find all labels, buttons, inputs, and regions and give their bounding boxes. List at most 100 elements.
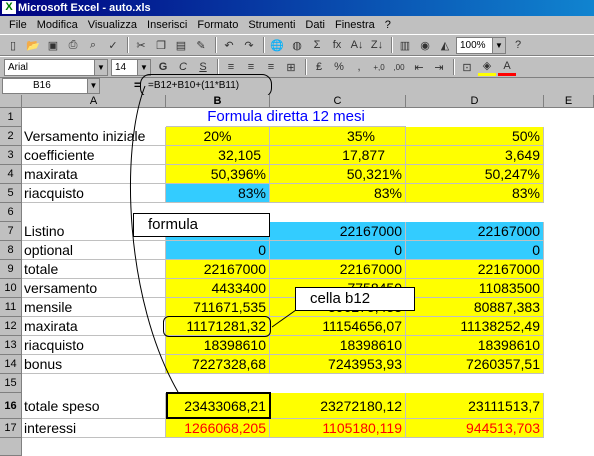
value-cell[interactable]: 0 [406, 241, 544, 260]
menu-inserisci[interactable]: Inserisci [142, 19, 192, 31]
sort-ascending-icon[interactable]: A↓ [348, 36, 366, 54]
copy-icon[interactable]: ❐ [152, 36, 170, 54]
value-cell[interactable]: 50,396% [166, 165, 270, 184]
font-color-icon[interactable]: A [498, 58, 516, 76]
label-cell[interactable]: Versamento iniziale [22, 127, 166, 146]
cut-icon[interactable]: ✂ [132, 36, 150, 54]
column-header-b[interactable]: B [166, 95, 270, 108]
value-cell[interactable]: 50,247% [406, 165, 544, 184]
drawing-icon[interactable]: ◭ [436, 36, 454, 54]
menu-visualizza[interactable]: Visualizza [83, 19, 142, 31]
row-header[interactable]: 8 [0, 241, 22, 260]
select-all-corner[interactable] [0, 95, 22, 108]
label-cell[interactable]: totale [22, 260, 166, 279]
label-cell[interactable]: riacquisto [22, 336, 166, 355]
label-cell[interactable]: optional [22, 241, 166, 260]
value-cell[interactable]: 711671,535 [166, 298, 270, 317]
row-header[interactable]: 15 [0, 374, 22, 393]
column-header-e[interactable]: E [544, 95, 594, 108]
print-preview-icon[interactable]: ⌕ [84, 36, 102, 54]
row-header[interactable]: 17 [0, 419, 22, 438]
web-toolbar-icon[interactable]: ◍ [288, 36, 306, 54]
sort-descending-icon[interactable]: Z↓ [368, 36, 386, 54]
paste-icon[interactable]: ▤ [172, 36, 190, 54]
column-header-d[interactable]: D [406, 95, 544, 108]
row-header[interactable]: 13 [0, 336, 22, 355]
decrease-indent-icon[interactable]: ⇤ [410, 58, 428, 76]
map-icon[interactable]: ◉ [416, 36, 434, 54]
value-cell[interactable]: 20% [166, 127, 270, 146]
value-cell[interactable]: 4433400 [166, 279, 270, 298]
label-cell[interactable]: coefficiente [22, 146, 166, 165]
row-header[interactable]: 4 [0, 165, 22, 184]
row-header[interactable]: 1 [0, 108, 22, 127]
row-header[interactable]: 10 [0, 279, 22, 298]
value-cell[interactable]: 18398610 [406, 336, 544, 355]
value-cell[interactable]: 11083500 [406, 279, 544, 298]
value-cell[interactable]: 22167000 [270, 222, 406, 241]
align-right-icon[interactable]: ≡ [262, 58, 280, 76]
row-header[interactable]: 16 [0, 393, 22, 419]
menu-strumenti[interactable]: Strumenti [243, 19, 300, 31]
value-cell[interactable]: 18398610 [166, 336, 270, 355]
chevron-down-icon[interactable]: ▼ [492, 37, 505, 53]
menu-dati[interactable]: Dati [300, 19, 330, 31]
undo-icon[interactable]: ↶ [220, 36, 238, 54]
value-cell[interactable]: 3,649 [406, 146, 544, 165]
sheet-title[interactable]: Formula diretta 12 mesi [166, 108, 406, 127]
label-cell[interactable]: maxirata [22, 165, 166, 184]
menu-help[interactable]: ? [380, 19, 396, 31]
save-icon[interactable]: ▣ [44, 36, 62, 54]
hyperlink-icon[interactable]: 🌐 [268, 36, 286, 54]
fill-color-icon[interactable]: ◈ [478, 58, 496, 76]
value-cell[interactable]: 944513,703 [406, 419, 544, 438]
value-cell[interactable]: 83% [406, 184, 544, 203]
label-cell[interactable]: riacquisto [22, 184, 166, 203]
column-header-a[interactable]: A [22, 95, 166, 108]
value-cell[interactable]: 23272180,12 [270, 393, 406, 419]
value-cell[interactable]: 22167000 [406, 222, 544, 241]
value-cell[interactable]: 7260357,51 [406, 355, 544, 374]
row-header[interactable]: 3 [0, 146, 22, 165]
value-cell[interactable]: 7227328,68 [166, 355, 270, 374]
label-cell[interactable]: interessi [22, 419, 166, 438]
worksheet-grid[interactable]: A B C D E 1 2 3 4 5 6 7 8 9 10 11 12 13 … [0, 95, 594, 456]
increase-decimal-button[interactable]: +,0 [370, 58, 388, 76]
chevron-down-icon[interactable]: ▼ [94, 59, 107, 75]
row-header[interactable]: 2 [0, 127, 22, 146]
decrease-decimal-button[interactable]: ,00 [390, 58, 408, 76]
row-header[interactable]: 7 [0, 222, 22, 241]
label-cell[interactable]: versamento [22, 279, 166, 298]
label-cell[interactable]: bonus [22, 355, 166, 374]
chevron-down-icon[interactable]: ▼ [87, 79, 99, 93]
font-size-select[interactable]: 14 ▼ [111, 58, 151, 76]
row-header[interactable]: 9 [0, 260, 22, 279]
percent-button[interactable]: % [330, 58, 348, 76]
value-cell[interactable]: 0 [270, 241, 406, 260]
menu-formato[interactable]: Formato [192, 19, 243, 31]
value-cell[interactable]: 18398610 [270, 336, 406, 355]
column-header-c[interactable]: C [270, 95, 406, 108]
value-cell[interactable]: 17,877 [270, 146, 406, 165]
name-box[interactable]: B16 ▼ [2, 78, 100, 94]
font-select[interactable]: Arial ▼ [4, 58, 108, 76]
print-icon[interactable]: ⎙ [64, 36, 82, 54]
value-cell[interactable]: 83% [270, 184, 406, 203]
value-cell[interactable]: 0 [166, 241, 270, 260]
autosum-icon[interactable]: Σ [308, 36, 326, 54]
value-cell[interactable]: 80887,383 [406, 298, 544, 317]
menu-modifica[interactable]: Modifica [32, 19, 83, 31]
new-icon[interactable]: ▯ [4, 36, 22, 54]
value-cell[interactable]: 11154656,07 [270, 317, 406, 336]
spelling-icon[interactable]: ✓ [104, 36, 122, 54]
menu-finestra[interactable]: Finestra [330, 19, 380, 31]
function-icon[interactable]: fx [328, 36, 346, 54]
value-cell[interactable]: 50% [406, 127, 544, 146]
value-cell[interactable]: 35% [270, 127, 406, 146]
merge-center-icon[interactable]: ⊞ [282, 58, 300, 76]
value-cell[interactable]: 32,105 [166, 146, 270, 165]
menu-file[interactable]: File [4, 19, 32, 31]
row-header[interactable]: 11 [0, 298, 22, 317]
label-cell[interactable]: mensile [22, 298, 166, 317]
redo-icon[interactable]: ↷ [240, 36, 258, 54]
